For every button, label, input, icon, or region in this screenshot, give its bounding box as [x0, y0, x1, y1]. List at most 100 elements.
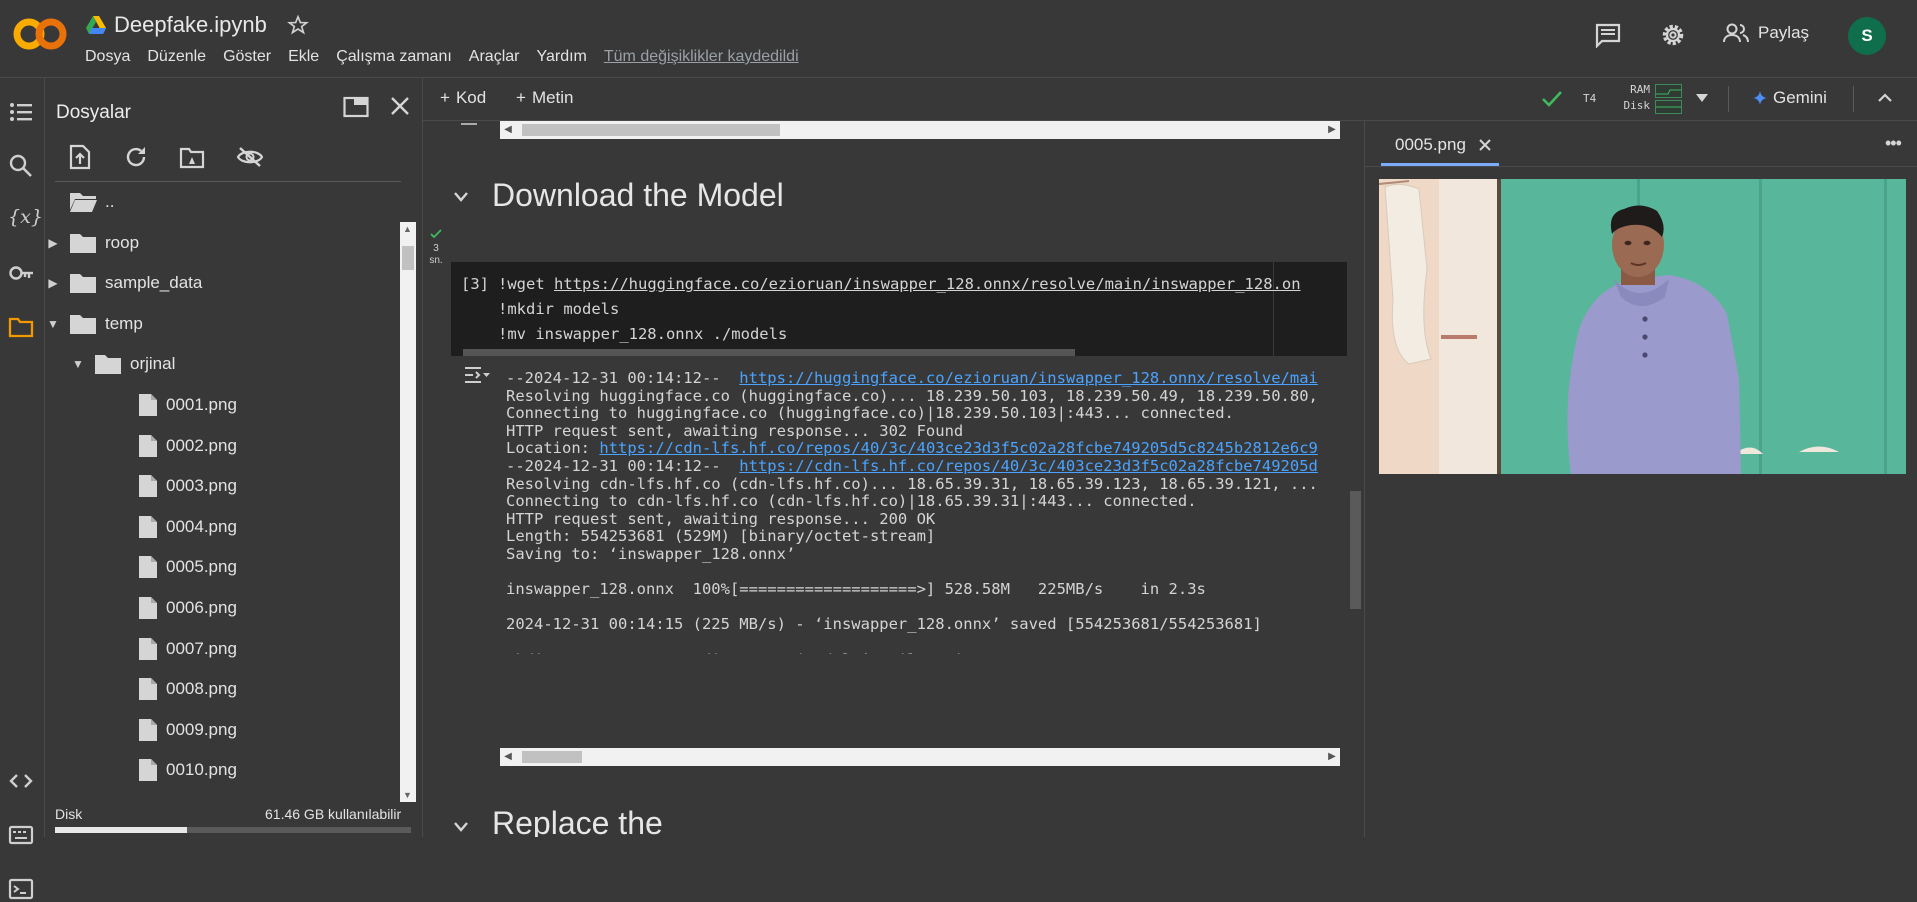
- scroll-left-arrow-icon[interactable]: ◀: [500, 121, 516, 139]
- add-code-button[interactable]: + Kod: [440, 88, 486, 108]
- menu-help[interactable]: Yardım: [536, 48, 586, 66]
- table-of-contents-icon[interactable]: [8, 99, 34, 125]
- notebook-title[interactable]: Deepfake.ipynb: [114, 12, 267, 38]
- files-panel: Dosyalar .. ▶ roop ▶ sample_data ▼ temp ▼ orjina…: [45, 78, 423, 837]
- folder-item[interactable]: ▼ temp: [45, 304, 143, 344]
- output-line: Resolving huggingface.co (huggingface.co…: [506, 387, 1318, 405]
- scroll-right-arrow-icon[interactable]: ▶: [1324, 748, 1340, 766]
- upload-icon[interactable]: [69, 144, 91, 170]
- runtime-dropdown-icon[interactable]: [1695, 92, 1709, 104]
- file-tree-scrollbar[interactable]: ▲ ▼: [400, 222, 416, 802]
- more-options-icon[interactable]: •••: [1885, 133, 1902, 154]
- comments-icon[interactable]: [1594, 22, 1622, 48]
- search-icon[interactable]: [8, 153, 34, 179]
- folder-icon: [94, 352, 122, 376]
- menu-runtime[interactable]: Çalışma zamanı: [336, 48, 452, 66]
- folder-item[interactable]: ▶ sample_data: [45, 263, 202, 303]
- save-status[interactable]: Tüm değişiklikler kaydedildi: [604, 48, 799, 66]
- code-cell-scroll-thumb[interactable]: [463, 349, 1075, 356]
- key-icon[interactable]: [8, 260, 34, 286]
- caret-down-icon[interactable]: ▼: [45, 317, 61, 331]
- code-cell[interactable]: [3] !wget https://huggingface.co/eziorua…: [451, 262, 1363, 356]
- section-collapse-chevron-icon[interactable]: [453, 821, 469, 833]
- file-item[interactable]: 0004.png: [138, 507, 237, 547]
- menu-insert[interactable]: Ekle: [288, 48, 319, 66]
- gear-icon[interactable]: [1659, 21, 1687, 49]
- output-line: 2024-12-31 00:14:15 (225 MB/s) - ‘inswap…: [506, 615, 1262, 633]
- output-link[interactable]: https://cdn-lfs.hf.co/repos/40/3c/403ce2…: [739, 457, 1318, 475]
- output-link[interactable]: https://huggingface.co/ezioruan/inswappe…: [739, 369, 1318, 387]
- refresh-icon[interactable]: [124, 145, 148, 169]
- section-collapse-chevron-icon[interactable]: [453, 191, 469, 203]
- output-link[interactable]: https://cdn-lfs.hf.co/repos/40/3c/403ce2…: [599, 439, 1318, 457]
- output-hscrollbar-top[interactable]: ◀ ▶: [500, 121, 1340, 139]
- caret-down-icon[interactable]: ▼: [70, 357, 86, 371]
- file-icon: [138, 393, 158, 417]
- star-outline-icon[interactable]: [286, 14, 309, 36]
- scroll-up-arrow-icon[interactable]: ▲: [403, 224, 412, 234]
- menu-view[interactable]: Göster: [223, 48, 271, 66]
- file-tree-scroll-thumb[interactable]: [402, 246, 414, 270]
- colab-logo[interactable]: [12, 14, 68, 54]
- file-item[interactable]: 0009.png: [138, 710, 237, 750]
- folder-open-icon: [69, 190, 97, 214]
- file-item[interactable]: 0001.png: [138, 385, 237, 425]
- notebook-scrollbar[interactable]: [1347, 121, 1363, 837]
- output-line: mkdir: cannot create directory ‘models’:…: [506, 651, 991, 654]
- ram-meter[interactable]: [1655, 84, 1682, 98]
- file-item[interactable]: 0006.png: [138, 588, 237, 628]
- google-drive-icon[interactable]: [86, 16, 106, 34]
- code-line-2[interactable]: !mkdir models: [498, 300, 619, 318]
- file-item[interactable]: 0005.png: [138, 547, 237, 587]
- section-heading-download: Download the Model: [492, 177, 784, 213]
- viewer-tab[interactable]: 0005.png: [1395, 135, 1492, 155]
- file-item[interactable]: 0010.png: [138, 750, 237, 790]
- file-item[interactable]: 0008.png: [138, 669, 237, 709]
- file-item[interactable]: 0011.png: [138, 791, 236, 800]
- add-text-button[interactable]: + Metin: [516, 88, 574, 108]
- scroll-thumb[interactable]: [522, 751, 582, 763]
- scroll-thumb[interactable]: [522, 124, 780, 136]
- folder-icon[interactable]: [8, 314, 34, 340]
- caret-right-icon[interactable]: ▶: [45, 236, 61, 250]
- close-tab-icon[interactable]: [1478, 138, 1492, 152]
- file-item[interactable]: 0002.png: [138, 426, 237, 466]
- cell-output-toggle-icon[interactable]: [461, 121, 477, 127]
- folder-icon: [69, 312, 97, 336]
- collapse-header-icon[interactable]: [1877, 90, 1893, 106]
- close-icon[interactable]: [389, 95, 411, 117]
- runtime-type[interactable]: T4: [1583, 92, 1596, 105]
- command-palette-icon[interactable]: [8, 822, 34, 848]
- menu-edit[interactable]: Düzenle: [147, 48, 206, 66]
- hide-files-icon[interactable]: [236, 146, 264, 168]
- scroll-down-arrow-icon[interactable]: ▼: [403, 790, 412, 800]
- variables-icon[interactable]: {x}: [8, 206, 43, 232]
- code-line-3[interactable]: !mv inswapper_128.onnx ./models: [498, 325, 787, 343]
- output-hscrollbar[interactable]: ◀ ▶: [500, 748, 1340, 766]
- terminal-icon[interactable]: [8, 876, 34, 902]
- notebook-scroll-thumb[interactable]: [1350, 491, 1361, 609]
- gemini-button[interactable]: Gemini: [1753, 88, 1827, 108]
- share-button[interactable]: Paylaş: [1722, 22, 1809, 44]
- menu-file[interactable]: Dosya: [85, 48, 130, 66]
- disk-meter[interactable]: [1655, 100, 1682, 114]
- mount-drive-icon[interactable]: [179, 145, 205, 169]
- caret-right-icon[interactable]: ▶: [45, 276, 61, 290]
- viewer-divider: [1365, 166, 1917, 167]
- folder-item[interactable]: ▶ roop: [45, 223, 139, 263]
- parent-folder-item[interactable]: ..: [45, 182, 114, 222]
- open-in-tab-icon[interactable]: [343, 96, 369, 118]
- scroll-right-arrow-icon[interactable]: ▶: [1324, 121, 1340, 139]
- file-item[interactable]: 0003.png: [138, 466, 237, 506]
- code-line-1[interactable]: !wget https://huggingface.co/ezioruan/in…: [498, 275, 1301, 293]
- avatar[interactable]: S: [1848, 17, 1886, 55]
- cell-success-check-icon: [429, 227, 443, 241]
- menu-tools[interactable]: Araçlar: [469, 48, 520, 66]
- file-item[interactable]: 0007.png: [138, 629, 237, 669]
- code-snippets-icon[interactable]: [8, 768, 34, 794]
- folder-item[interactable]: ▼ orjinal: [70, 344, 175, 384]
- output-text: HTTP request sent, awaiting response... …: [506, 509, 936, 528]
- scroll-left-arrow-icon[interactable]: ◀: [500, 748, 516, 766]
- file-icon: [138, 596, 158, 620]
